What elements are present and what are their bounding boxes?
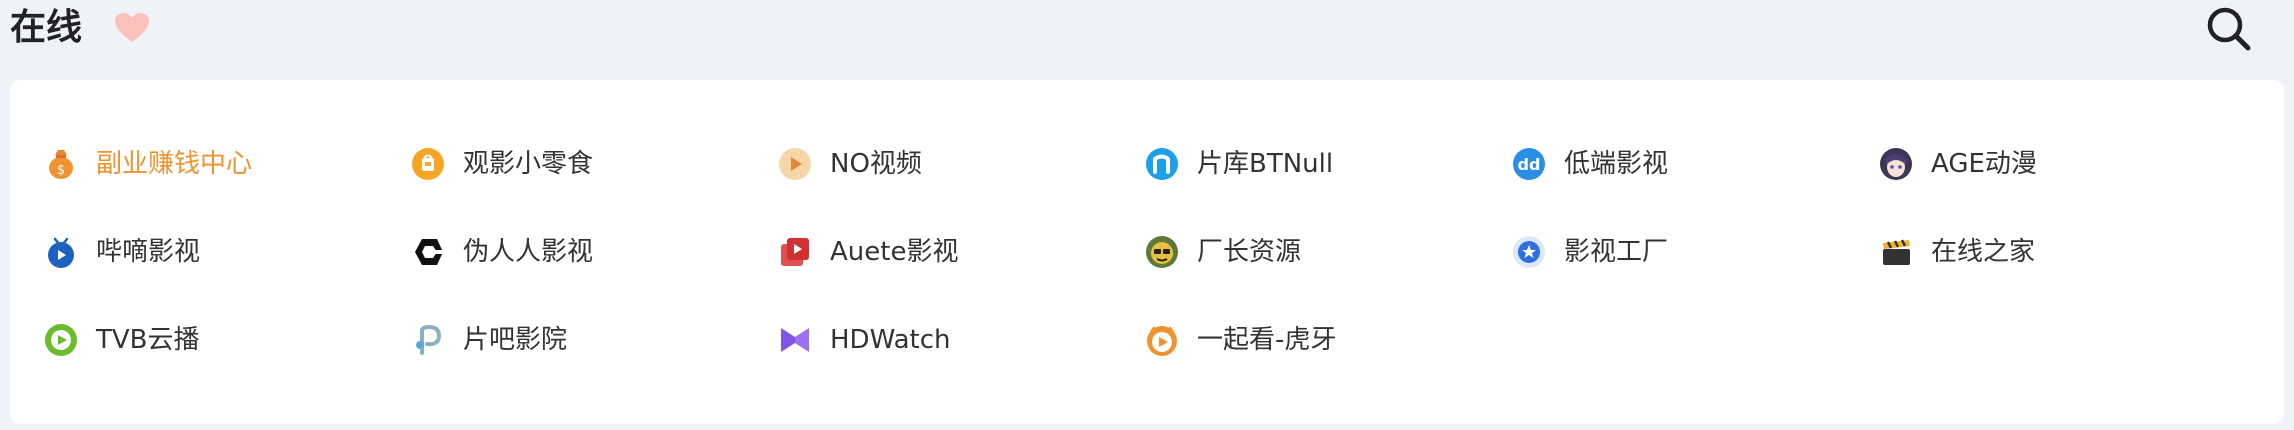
sites-panel: $ 副业赚钱中心 观影小零食 NO视频 片库BTNull dd 低端影视 AGE… <box>10 80 2284 424</box>
svg-text:$: $ <box>57 163 65 178</box>
money-bag-icon: $ <box>44 147 78 181</box>
site-link[interactable]: 影视工厂 <box>1512 230 1879 274</box>
site-label: 哔嘀影视 <box>96 237 201 267</box>
video-library-icon <box>778 235 812 269</box>
site-link[interactable]: TVB云播 <box>44 318 411 362</box>
site-label: 伪人人影视 <box>463 237 594 267</box>
site-link[interactable]: 在线之家 <box>1879 230 2246 274</box>
snack-bag-icon <box>411 147 445 181</box>
site-label: 一起看-虎牙 <box>1197 325 1337 355</box>
page-title: 在线 <box>10 7 83 48</box>
site-label: 观影小零食 <box>463 149 594 179</box>
search-icon[interactable] <box>2206 6 2252 52</box>
site-label: HDWatch <box>830 325 951 355</box>
site-link[interactable]: 哔嘀影视 <box>44 230 411 274</box>
play-circle-icon <box>778 147 812 181</box>
site-link[interactable]: 一起看-虎牙 <box>1145 318 1512 362</box>
site-link[interactable]: Auete影视 <box>778 230 1145 274</box>
site-link[interactable]: 观影小零食 <box>411 142 778 186</box>
heart-icon[interactable] <box>114 12 150 44</box>
site-link[interactable]: 片吧影院 <box>411 318 778 362</box>
site-label: 在线之家 <box>1931 237 2036 267</box>
site-link[interactable]: HDWatch <box>778 318 1145 362</box>
site-label: 片吧影院 <box>463 325 568 355</box>
site-link[interactable]: 伪人人影视 <box>411 230 778 274</box>
n-logo-icon <box>1145 147 1179 181</box>
header: 在线 <box>0 0 2294 80</box>
site-label: AGE动漫 <box>1931 149 2037 179</box>
star-badge-icon <box>1512 235 1546 269</box>
site-link[interactable]: AGE动漫 <box>1879 142 2246 186</box>
site-label: TVB云播 <box>96 325 200 355</box>
site-link[interactable]: 片库BTNull <box>1145 142 1512 186</box>
face-avatar-icon <box>1145 235 1179 269</box>
site-link[interactable]: NO视频 <box>778 142 1145 186</box>
site-label: 副业赚钱中心 <box>96 149 253 179</box>
tv-play-icon <box>44 235 78 269</box>
dd-logo-icon: dd <box>1512 147 1546 181</box>
huya-logo-icon <box>1145 323 1179 357</box>
site-label: 片库BTNull <box>1197 149 1334 179</box>
site-label: 影视工厂 <box>1564 237 1669 267</box>
site-link[interactable]: 厂长资源 <box>1145 230 1512 274</box>
purple-bowtie-icon <box>778 323 812 357</box>
hexagon-logo-icon <box>411 235 445 269</box>
anime-avatar-icon <box>1879 147 1913 181</box>
site-label: 低端影视 <box>1564 149 1669 179</box>
sites-grid: $ 副业赚钱中心 观影小零食 NO视频 片库BTNull dd 低端影视 AGE… <box>44 142 2246 406</box>
site-link[interactable]: $ 副业赚钱中心 <box>44 142 411 186</box>
svg-text:dd: dd <box>1518 155 1541 174</box>
green-play-icon <box>44 323 78 357</box>
site-label: Auete影视 <box>830 237 959 267</box>
p-logo-icon <box>411 323 445 357</box>
clapperboard-icon <box>1879 235 1913 269</box>
site-label: 厂长资源 <box>1197 237 1302 267</box>
site-label: NO视频 <box>830 149 922 179</box>
site-link[interactable]: dd 低端影视 <box>1512 142 1879 186</box>
